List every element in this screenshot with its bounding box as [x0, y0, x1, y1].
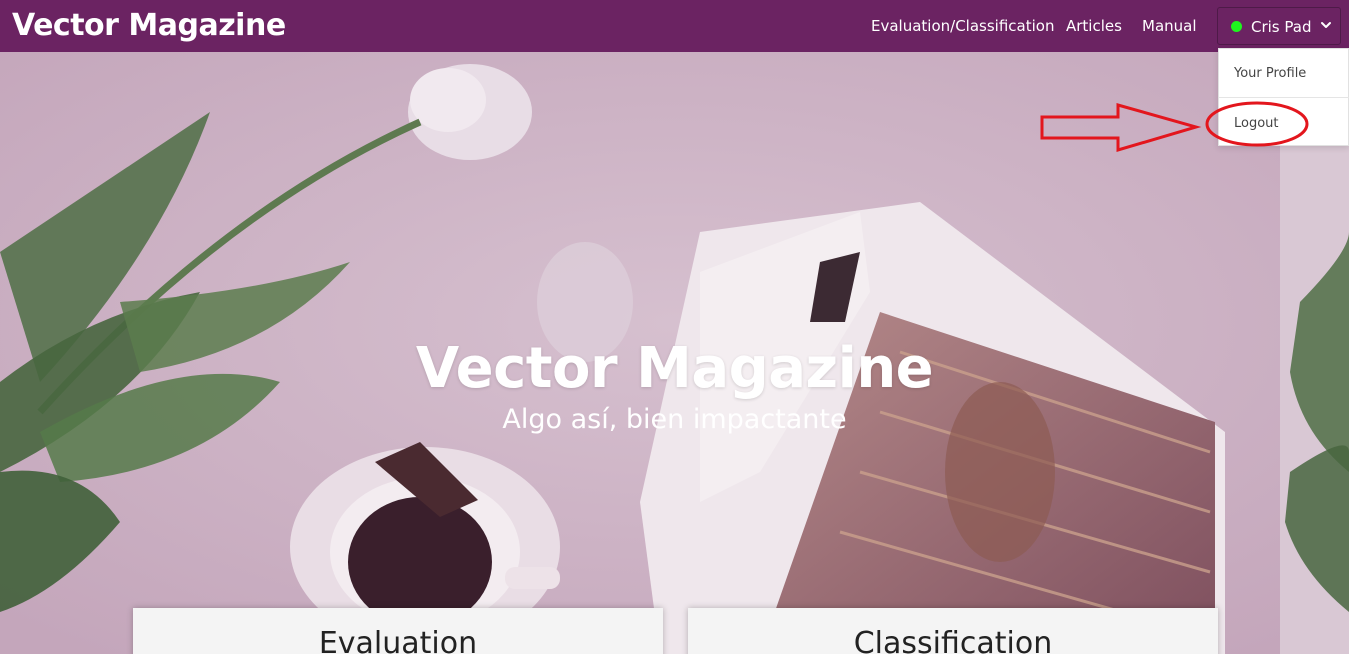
brand-logo-link[interactable]: Vector Magazine — [12, 8, 286, 43]
user-dropdown-menu: Your Profile Logout — [1218, 48, 1349, 146]
menu-item-logout[interactable]: Logout — [1219, 116, 1349, 131]
menu-divider — [1219, 97, 1349, 98]
hero-section: Vector Magazine Algo así, bien impactant… — [0, 52, 1349, 654]
classification-card-title: Classification — [853, 626, 1053, 654]
nav-link-evaluation-classification[interactable]: Evaluation/Classification — [871, 17, 1054, 35]
hero-subtitle: Algo así, bien impactante — [502, 404, 847, 435]
user-menu-button[interactable]: Cris Pad — [1217, 7, 1341, 45]
hero-title: Vector Magazine — [415, 336, 934, 401]
chevron-down-icon — [1321, 22, 1331, 28]
top-navbar: Vector Magazine Evaluation/Classificatio… — [0, 0, 1349, 52]
classification-card[interactable]: Classification — [688, 608, 1218, 654]
evaluation-card[interactable]: Evaluation — [133, 608, 663, 654]
nav-link-articles[interactable]: Articles — [1066, 17, 1122, 35]
online-status-dot — [1231, 21, 1242, 32]
evaluation-card-title: Evaluation — [318, 626, 478, 654]
menu-item-your-profile[interactable]: Your Profile — [1219, 66, 1349, 81]
nav-link-manual[interactable]: Manual — [1142, 17, 1197, 35]
user-name-label: Cris Pad — [1251, 18, 1312, 36]
